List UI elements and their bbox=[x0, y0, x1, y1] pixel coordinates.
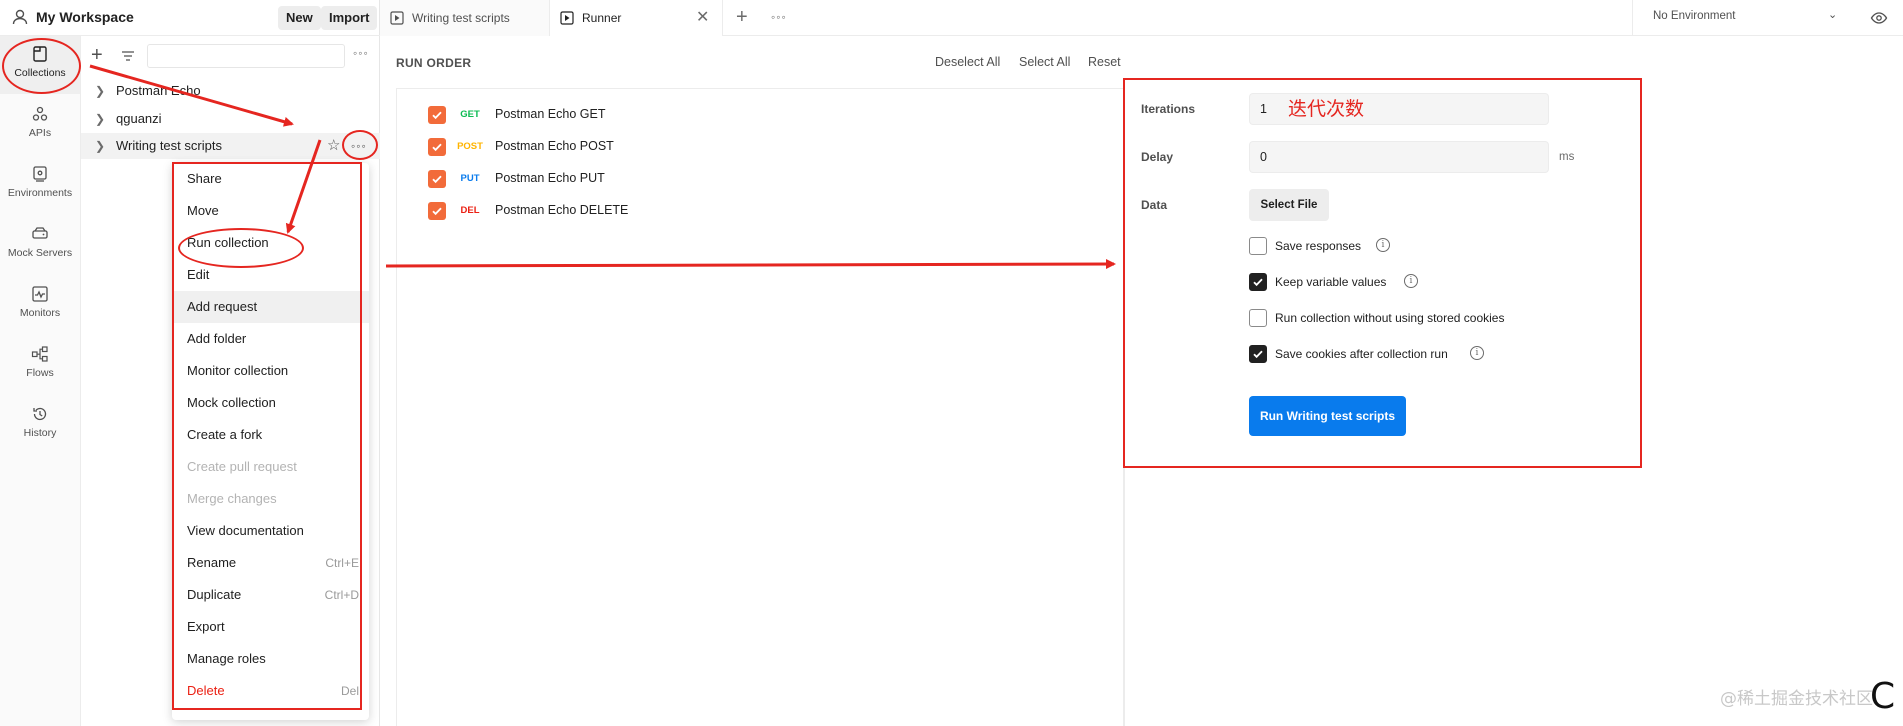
tree-item[interactable]: ❯ qguanzi bbox=[81, 106, 380, 132]
workspace-name[interactable]: My Workspace bbox=[36, 9, 134, 25]
tab-label: Runner bbox=[582, 11, 622, 25]
sidebar-item-label: Flows bbox=[26, 367, 54, 379]
new-button[interactable]: New bbox=[278, 6, 321, 30]
chevron-right-icon[interactable]: ❯ bbox=[95, 106, 105, 132]
sidebar-item-apis[interactable]: APIs bbox=[0, 96, 80, 154]
runner-icon bbox=[560, 11, 574, 25]
annotation-box-menu bbox=[172, 162, 362, 710]
watermark: @稀土掘金技术社区 bbox=[1720, 689, 1873, 709]
sidebar: Collections APIs Environments Mock Serve… bbox=[0, 36, 81, 726]
check-icon bbox=[432, 143, 442, 152]
request-row[interactable]: GET Postman Echo GET bbox=[397, 99, 1124, 131]
annotation-iterations-note: 迭代次数 bbox=[1288, 98, 1365, 120]
run-order-list: GET Postman Echo GET POST Postman Echo P… bbox=[396, 88, 1124, 726]
chevron-right-icon[interactable]: ❯ bbox=[95, 133, 105, 159]
sidebar-item-history[interactable]: History bbox=[0, 396, 80, 454]
request-name: Postman Echo GET bbox=[495, 107, 606, 121]
sidebar-item-label: History bbox=[23, 427, 57, 439]
annotation-circle-more bbox=[342, 130, 378, 160]
method-badge: POST bbox=[457, 141, 483, 152]
request-checkbox[interactable] bbox=[428, 202, 446, 220]
chevron-down-icon[interactable]: ⌄ bbox=[1828, 8, 1837, 21]
sidebar-item-mock-servers[interactable]: Mock Servers bbox=[0, 216, 80, 274]
apis-icon bbox=[32, 106, 48, 121]
request-row[interactable]: DEL Postman Echo DELETE bbox=[397, 195, 1124, 227]
deselect-all-link[interactable]: Deselect All bbox=[935, 55, 1000, 69]
request-checkbox[interactable] bbox=[428, 170, 446, 188]
tab-runner[interactable]: Runner ✕ bbox=[550, 0, 723, 36]
annotation-circle-collections bbox=[2, 38, 81, 94]
user-icon bbox=[12, 9, 28, 25]
tab-label: Writing test scripts bbox=[412, 11, 510, 25]
request-checkbox[interactable] bbox=[428, 106, 446, 124]
check-icon bbox=[432, 175, 442, 184]
star-icon[interactable]: ☆ bbox=[327, 133, 340, 159]
request-row[interactable]: POST Postman Echo POST bbox=[397, 131, 1124, 163]
collection-name: Writing test scripts bbox=[116, 138, 222, 153]
chevron-right-icon[interactable]: ❯ bbox=[95, 78, 105, 104]
runner-icon bbox=[390, 11, 404, 25]
sidebar-item-environments[interactable]: Environments bbox=[0, 156, 80, 214]
sidebar-item-flows[interactable]: Flows bbox=[0, 336, 80, 394]
history-icon bbox=[33, 407, 47, 421]
new-tab-icon[interactable]: + bbox=[736, 0, 748, 34]
workspace-header: My Workspace New Import bbox=[0, 0, 380, 36]
tab-bar: Writing test scripts Runner ✕ + ◦◦◦ No E… bbox=[380, 0, 1903, 36]
method-badge: DEL bbox=[460, 205, 480, 216]
request-name: Postman Echo PUT bbox=[495, 171, 605, 185]
search-input[interactable] bbox=[147, 44, 345, 68]
collection-name: Postman Echo bbox=[116, 83, 201, 98]
environment-label[interactable]: No Environment bbox=[1653, 10, 1735, 22]
sidebar-item-label: APIs bbox=[28, 127, 52, 139]
monitors-icon bbox=[32, 286, 48, 302]
sidebar-item-label: Monitors bbox=[19, 307, 61, 319]
import-button[interactable]: Import bbox=[321, 6, 378, 30]
run-order-title: RUN ORDER bbox=[396, 56, 472, 70]
tree-item[interactable]: ❯ Writing test scripts ☆ ◦◦◦ bbox=[81, 133, 380, 159]
method-badge: GET bbox=[460, 109, 480, 120]
flows-icon bbox=[31, 346, 48, 362]
tree-item[interactable]: ❯ Postman Echo bbox=[81, 78, 380, 104]
more-options-icon[interactable]: ◦◦◦ bbox=[771, 0, 787, 34]
request-checkbox[interactable] bbox=[428, 138, 446, 156]
check-icon bbox=[432, 111, 442, 120]
reset-link[interactable]: Reset bbox=[1088, 55, 1121, 69]
sidebar-item-label: Environments bbox=[7, 187, 73, 199]
tab-writing-test-scripts[interactable]: Writing test scripts bbox=[380, 0, 550, 36]
close-icon[interactable]: ✕ bbox=[696, 0, 709, 36]
add-icon[interactable]: + bbox=[91, 45, 103, 65]
select-all-link[interactable]: Select All bbox=[1019, 55, 1070, 69]
more-options-icon[interactable]: ◦◦◦ bbox=[353, 46, 369, 60]
request-name: Postman Echo POST bbox=[495, 139, 614, 153]
filter-icon[interactable] bbox=[120, 48, 136, 64]
corner-mark: C bbox=[1870, 676, 1896, 717]
tree-toolbar: + ◦◦◦ bbox=[81, 44, 380, 68]
eye-icon[interactable] bbox=[1870, 9, 1888, 27]
check-icon bbox=[432, 207, 442, 216]
method-badge: PUT bbox=[460, 173, 480, 184]
sidebar-item-label: Mock Servers bbox=[7, 247, 73, 259]
environments-icon bbox=[33, 166, 47, 182]
request-name: Postman Echo DELETE bbox=[495, 203, 629, 217]
mock-servers-icon bbox=[32, 227, 48, 239]
annotation-box-config bbox=[1123, 78, 1642, 468]
collection-name: qguanzi bbox=[116, 111, 162, 126]
request-row[interactable]: PUT Postman Echo PUT bbox=[397, 163, 1124, 195]
sidebar-item-monitors[interactable]: Monitors bbox=[0, 276, 80, 334]
